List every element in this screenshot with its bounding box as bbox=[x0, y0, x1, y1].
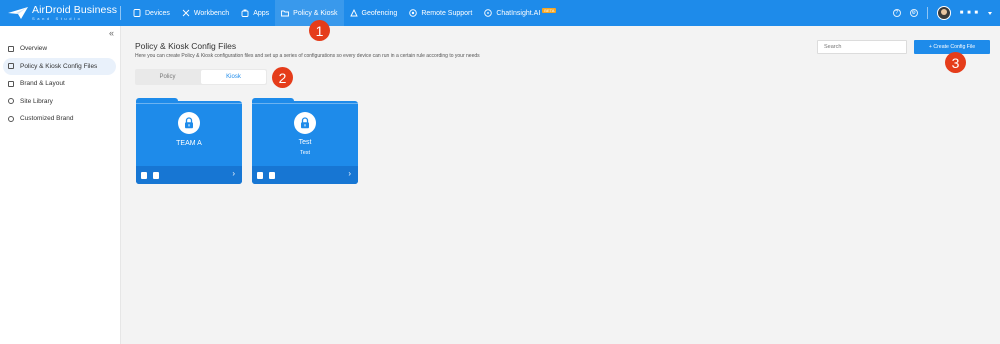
nav-item-workbench[interactable]: Workbench bbox=[176, 0, 235, 26]
chat-icon bbox=[484, 9, 493, 17]
remote-support-icon bbox=[409, 9, 418, 17]
layout-icon bbox=[8, 80, 14, 87]
annotation-badge-1: 1 bbox=[309, 20, 330, 41]
sidebar: « Overview Policy & Kiosk Config Files B… bbox=[0, 26, 121, 344]
tab-policy[interactable]: Policy bbox=[135, 69, 200, 85]
page-description: Here you can create Policy & Kiosk confi… bbox=[135, 53, 480, 59]
main-content: Policy & Kiosk Config Files Here you can… bbox=[122, 26, 1000, 344]
sidebar-item-label: Customized Brand bbox=[20, 115, 74, 123]
logo-title: AirDroid Business bbox=[32, 4, 118, 17]
lock-icon bbox=[294, 112, 316, 134]
user-name[interactable]: ■ ■ ■ bbox=[960, 10, 979, 16]
chevron-right-icon[interactable]: › bbox=[348, 169, 351, 178]
annotation-badge-2: 2 bbox=[272, 67, 293, 88]
help-icon[interactable]: ? bbox=[892, 9, 901, 17]
card-divider bbox=[136, 103, 242, 104]
nav-divider bbox=[120, 6, 121, 20]
app-logo[interactable]: AirDroid Business Sand Studio bbox=[0, 0, 118, 26]
workbench-icon bbox=[182, 9, 190, 17]
airdroid-logo-icon bbox=[8, 7, 28, 19]
nav-item-geofencing[interactable]: Geofencing bbox=[344, 0, 404, 26]
policy-kiosk-tabs: Policy Kiosk bbox=[135, 69, 267, 85]
config-card[interactable]: TEAM A › bbox=[136, 98, 242, 184]
nav-label: Devices bbox=[145, 9, 170, 17]
apps-icon bbox=[241, 9, 249, 17]
config-card[interactable]: Test Test › bbox=[252, 98, 358, 184]
nav-item-remote-support[interactable]: Remote Support bbox=[403, 0, 478, 26]
search-input[interactable] bbox=[817, 40, 907, 54]
globe-icon bbox=[8, 98, 14, 105]
copy-icon[interactable] bbox=[153, 172, 159, 179]
top-nav-bar: AirDroid Business Sand Studio Devices Wo… bbox=[0, 0, 1000, 26]
nav-divider bbox=[926, 7, 928, 19]
beta-badge: BETA bbox=[542, 7, 557, 13]
sidebar-menu: Overview Policy & Kiosk Config Files Bra… bbox=[0, 40, 121, 128]
nav-label: Policy & Kiosk bbox=[293, 9, 338, 17]
sidebar-item-label: Overview bbox=[20, 45, 48, 53]
top-right-tools: ? ⚙ ■ ■ ■ bbox=[892, 0, 992, 26]
collapse-sidebar-icon[interactable]: « bbox=[109, 28, 114, 38]
nav-label: Workbench bbox=[193, 9, 230, 17]
file-icon bbox=[8, 63, 14, 70]
avatar[interactable] bbox=[936, 6, 951, 20]
card-divider bbox=[252, 103, 358, 104]
sidebar-item-overview[interactable]: Overview bbox=[3, 40, 116, 58]
annotation-badge-3: 3 bbox=[945, 52, 966, 73]
card-footer: › bbox=[136, 166, 242, 184]
nav-item-chatinsight[interactable]: ChatInsight.AI BETA bbox=[478, 0, 562, 26]
sidebar-item-label: Brand & Layout bbox=[20, 80, 65, 88]
card-name: TEAM A bbox=[176, 140, 202, 147]
sidebar-item-customized-brand[interactable]: Customized Brand bbox=[3, 110, 116, 128]
sidebar-item-policy-kiosk-config-files[interactable]: Policy & Kiosk Config Files bbox=[3, 57, 116, 75]
nav-item-policy-kiosk[interactable]: Policy & Kiosk bbox=[275, 0, 344, 26]
brand-icon bbox=[8, 115, 14, 122]
nav-label: Apps bbox=[253, 9, 270, 17]
card-footer: › bbox=[252, 166, 358, 184]
chevron-right-icon[interactable]: › bbox=[232, 169, 235, 178]
sidebar-item-site-library[interactable]: Site Library bbox=[3, 93, 116, 111]
geofence-icon bbox=[349, 8, 358, 17]
overview-icon bbox=[8, 45, 14, 52]
nav-item-devices[interactable]: Devices bbox=[127, 0, 176, 26]
logo-subtitle: Sand Studio bbox=[32, 15, 83, 21]
sidebar-item-label: Policy & Kiosk Config Files bbox=[20, 62, 98, 70]
sidebar-item-brand-layout[interactable]: Brand & Layout bbox=[3, 75, 116, 93]
devices-icon bbox=[133, 9, 141, 17]
card-description: Test bbox=[299, 150, 311, 156]
folder-icon bbox=[281, 9, 290, 17]
chevron-down-icon[interactable] bbox=[988, 11, 992, 15]
nav-label: Remote Support bbox=[421, 9, 473, 17]
nav-item-apps[interactable]: Apps bbox=[235, 0, 275, 26]
page-title: Policy & Kiosk Config Files bbox=[135, 41, 237, 51]
sidebar-item-label: Site Library bbox=[20, 97, 53, 105]
main-nav: Devices Workbench Apps Policy & Kiosk Ge… bbox=[127, 0, 562, 26]
delete-icon[interactable] bbox=[257, 172, 263, 179]
copy-icon[interactable] bbox=[269, 172, 275, 179]
tab-kiosk[interactable]: Kiosk bbox=[201, 70, 266, 84]
lock-icon bbox=[178, 112, 200, 134]
nav-label: ChatInsight.AI bbox=[496, 9, 541, 17]
card-name: Test bbox=[298, 139, 312, 146]
nav-label: Geofencing bbox=[361, 9, 398, 17]
delete-icon[interactable] bbox=[141, 172, 147, 179]
settings-icon[interactable]: ⚙ bbox=[909, 9, 918, 17]
